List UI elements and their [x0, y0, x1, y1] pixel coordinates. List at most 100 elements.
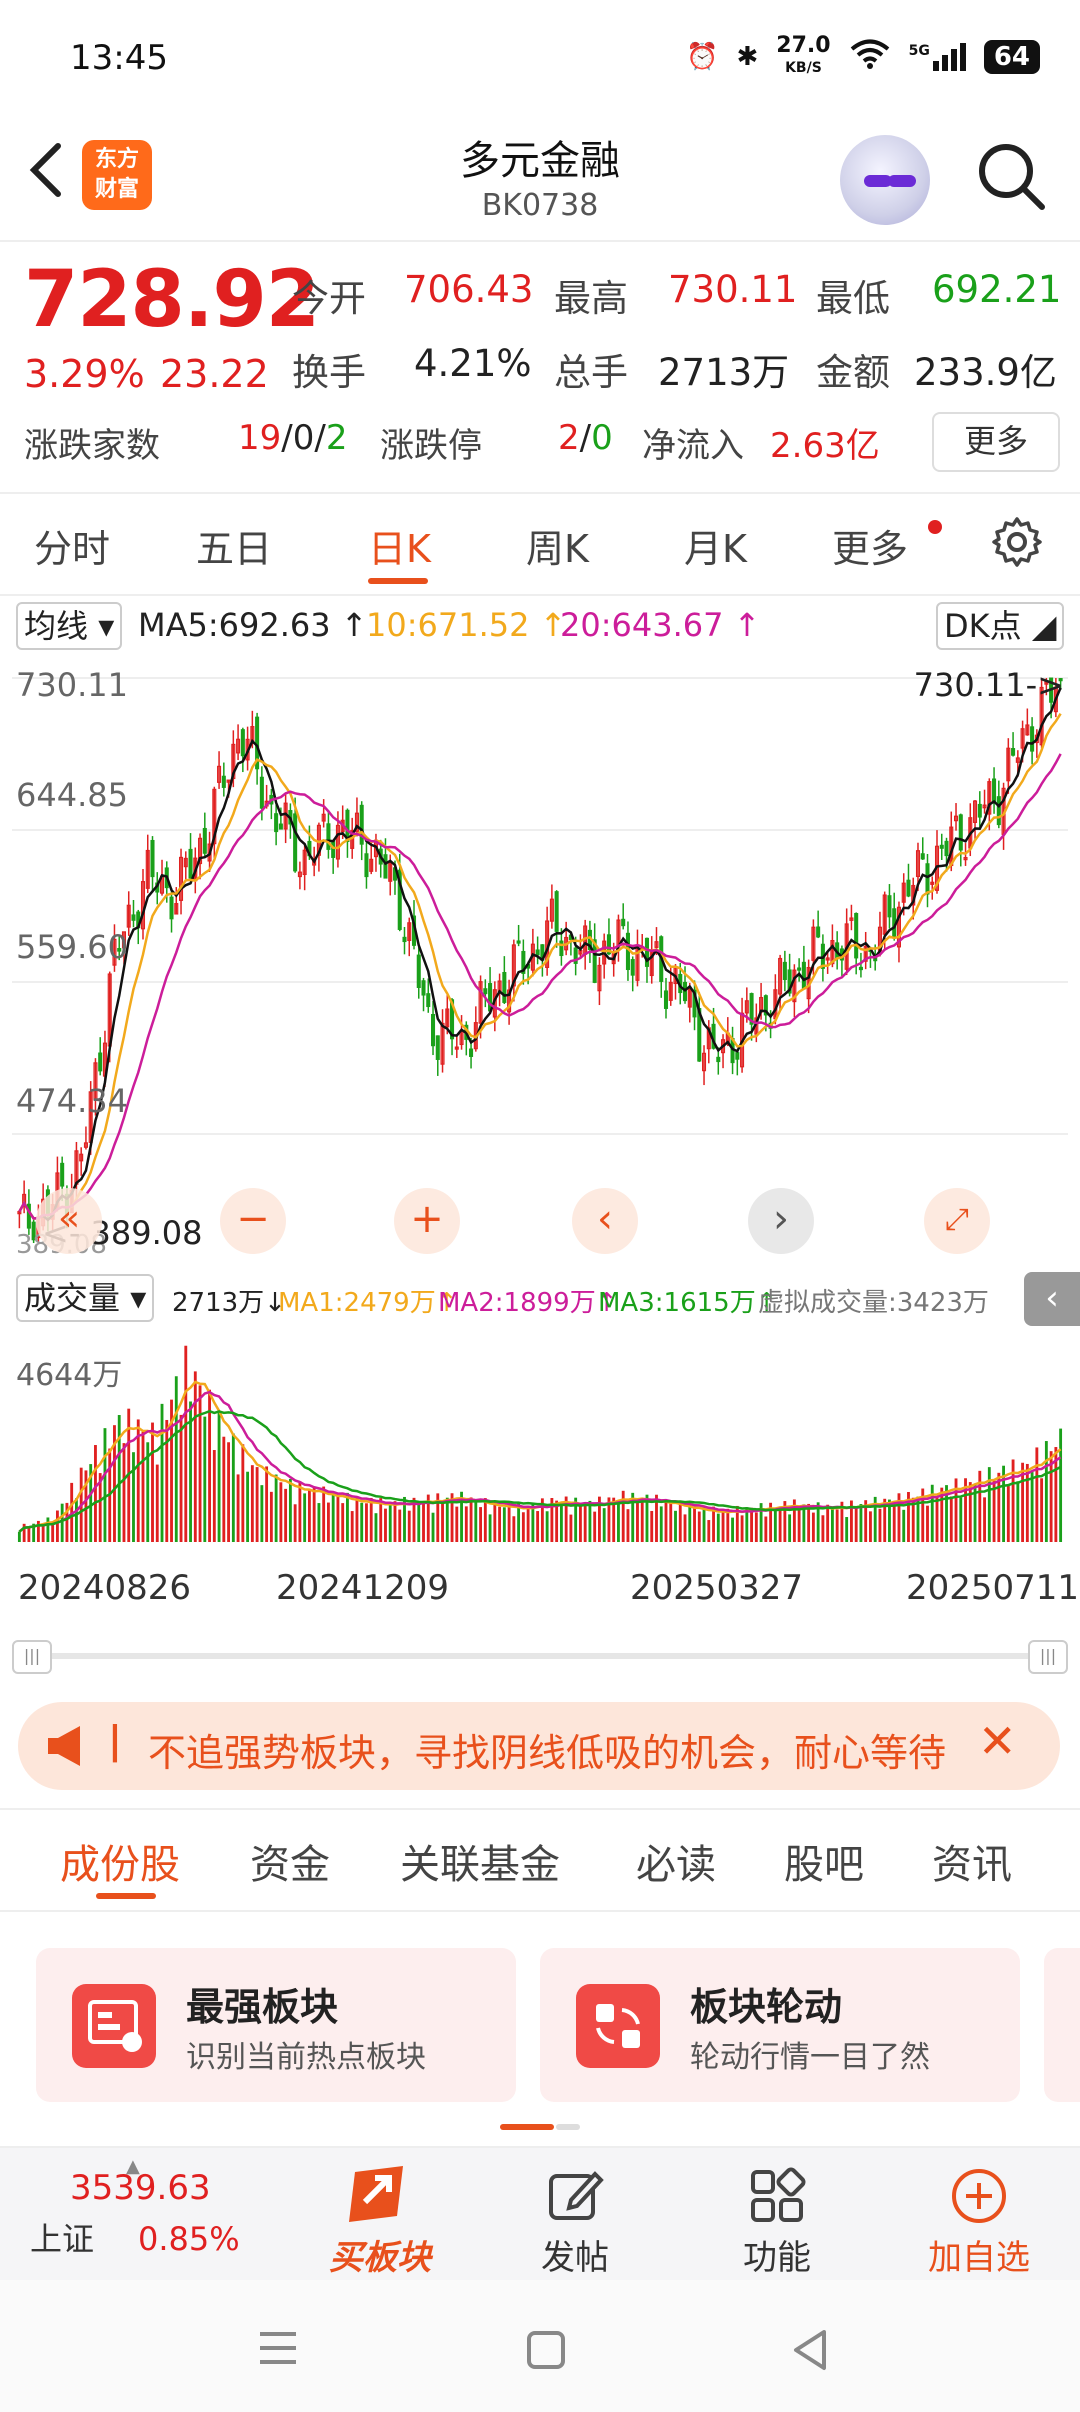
volume-bar: [773, 1507, 777, 1542]
tip-text: 不追强势板块，寻找阴线低吸的机会，耐心等待: [148, 1731, 947, 1775]
megaphone-icon: [46, 1722, 90, 1774]
low-label: 最低: [816, 277, 890, 320]
zoom-out-button[interactable]: −: [220, 1188, 286, 1254]
candle: [973, 800, 978, 839]
candle: [858, 952, 863, 978]
volume-bar: [569, 1514, 573, 1542]
plus-circle-icon: [952, 2169, 1006, 2223]
candle: [1025, 708, 1030, 736]
buy-sector-button[interactable]: 买板块: [300, 2162, 460, 2279]
fullscreen-button[interactable]: ⤢: [924, 1188, 990, 1254]
volume-bar: [241, 1444, 245, 1542]
scroll-left-fast-button[interactable]: «: [36, 1188, 102, 1254]
search-icon[interactable]: [975, 140, 1047, 212]
tab-must-read[interactable]: 必读: [636, 1832, 716, 1890]
kline-chart[interactable]: 730.11 644.85 559.60 474.34 389.08 730.1…: [12, 658, 1068, 1263]
close-icon[interactable]: ✕: [978, 1714, 1017, 1768]
candle: [297, 861, 302, 890]
strongest-sector-card[interactable]: 最强板块 识别当前热点板块: [36, 1948, 516, 2102]
scroller-left-handle[interactable]: |||: [12, 1640, 52, 1674]
volume-bar: [265, 1466, 269, 1542]
carousel-indicator: [500, 2124, 580, 2130]
volume-bar: [702, 1505, 706, 1542]
scroller-right-handle[interactable]: |||: [1028, 1640, 1068, 1674]
next-card-peek[interactable]: [1044, 1948, 1080, 2102]
volume-value: 2713万: [658, 351, 790, 394]
dk-point-button[interactable]: DK点 ◢: [936, 602, 1065, 650]
tab-weekly-k[interactable]: 周K: [526, 518, 589, 573]
vol-ma1: MA1:2479万↑: [278, 1288, 458, 1318]
candle: [816, 910, 821, 939]
range-scroller[interactable]: ||| |||: [12, 1640, 1068, 1674]
collapse-panel-button[interactable]: ‹: [1024, 1272, 1080, 1326]
volume-bar: [521, 1512, 525, 1542]
volume-bar: [869, 1511, 872, 1542]
volume-chart[interactable]: 4644万: [12, 1332, 1068, 1550]
tab-monthly-k[interactable]: 月K: [684, 518, 747, 573]
volume-bar: [669, 1501, 673, 1542]
tab-capital[interactable]: 资金: [250, 1832, 330, 1890]
volume-bar: [94, 1445, 97, 1542]
volume-bar: [697, 1511, 701, 1542]
candle: [240, 727, 245, 773]
candle: [212, 786, 217, 860]
volume-bar: [693, 1508, 696, 1542]
indicator-select[interactable]: 均线 ▾: [16, 602, 123, 650]
volume-bar: [754, 1512, 758, 1542]
assistant-robot-icon[interactable]: [840, 135, 930, 225]
back-triangle-icon[interactable]: [790, 2328, 830, 2376]
volume-bar: [227, 1442, 231, 1542]
candle: [440, 1009, 445, 1073]
candle: [426, 978, 431, 1013]
volume-bar: [583, 1503, 587, 1542]
candle: [782, 950, 787, 992]
candle: [659, 935, 664, 998]
net-speed: 27.0 KB/S: [776, 33, 831, 77]
candle: [188, 833, 193, 881]
tab-five-day[interactable]: 五日: [196, 518, 272, 573]
high-value: 730.11: [668, 268, 798, 311]
home-icon[interactable]: [526, 2330, 566, 2374]
volume-indicator-select[interactable]: 成交量 ▾: [16, 1274, 155, 1322]
zoom-in-button[interactable]: +: [394, 1188, 460, 1254]
volume-bar: [674, 1510, 677, 1542]
volume-bar: [455, 1506, 459, 1542]
candle: [621, 903, 626, 930]
tab-more[interactable]: 更多: [832, 518, 908, 573]
volume-bar: [1035, 1447, 1039, 1542]
volume-bar: [1030, 1472, 1034, 1542]
volume-bar: [160, 1403, 164, 1542]
candle: [17, 1211, 22, 1229]
tab-daily-k[interactable]: 日K: [368, 518, 431, 573]
candle: [697, 992, 702, 1062]
sector-rotation-card[interactable]: 板块轮动 轮动行情一目了然: [540, 1948, 1020, 2102]
volume-bar: [398, 1509, 402, 1542]
gear-icon[interactable]: [990, 515, 1044, 569]
y-label-4: 474.34: [16, 1082, 128, 1120]
more-quote-button[interactable]: 更多: [932, 412, 1060, 472]
index-ticker[interactable]: ▲ 3539.63 上证 0.85%: [30, 2156, 250, 2260]
scroll-left-button[interactable]: ‹: [572, 1188, 638, 1254]
add-watchlist-button[interactable]: 加自选: [904, 2166, 1054, 2279]
candle: [702, 1045, 707, 1086]
volume-bar: [288, 1478, 292, 1542]
functions-button[interactable]: 功能: [702, 2166, 852, 2279]
volume-bar: [588, 1500, 592, 1542]
tip-banner[interactable]: | 不追强势板块，寻找阴线低吸的机会，耐心等待 ✕: [18, 1702, 1060, 1790]
last-price: 728.92: [24, 255, 320, 345]
candle: [22, 1180, 27, 1214]
rotation-card-icon: [576, 1984, 660, 2068]
limit-label: 涨跌停: [380, 426, 482, 466]
tab-news[interactable]: 资讯: [932, 1832, 1012, 1890]
post-button[interactable]: 发帖: [500, 2166, 650, 2279]
volume-bar: [279, 1482, 283, 1542]
scroll-right-button[interactable]: ›: [748, 1188, 814, 1254]
volume-bar: [845, 1517, 849, 1542]
tab-related-funds[interactable]: 关联基金: [400, 1832, 560, 1890]
tab-constituents[interactable]: 成份股: [60, 1832, 180, 1890]
tab-intraday[interactable]: 分时: [34, 518, 110, 573]
menu-icon[interactable]: [258, 2330, 298, 2370]
volume-bar: [274, 1474, 278, 1542]
tab-forum[interactable]: 股吧: [784, 1832, 864, 1890]
candle: [274, 804, 279, 846]
